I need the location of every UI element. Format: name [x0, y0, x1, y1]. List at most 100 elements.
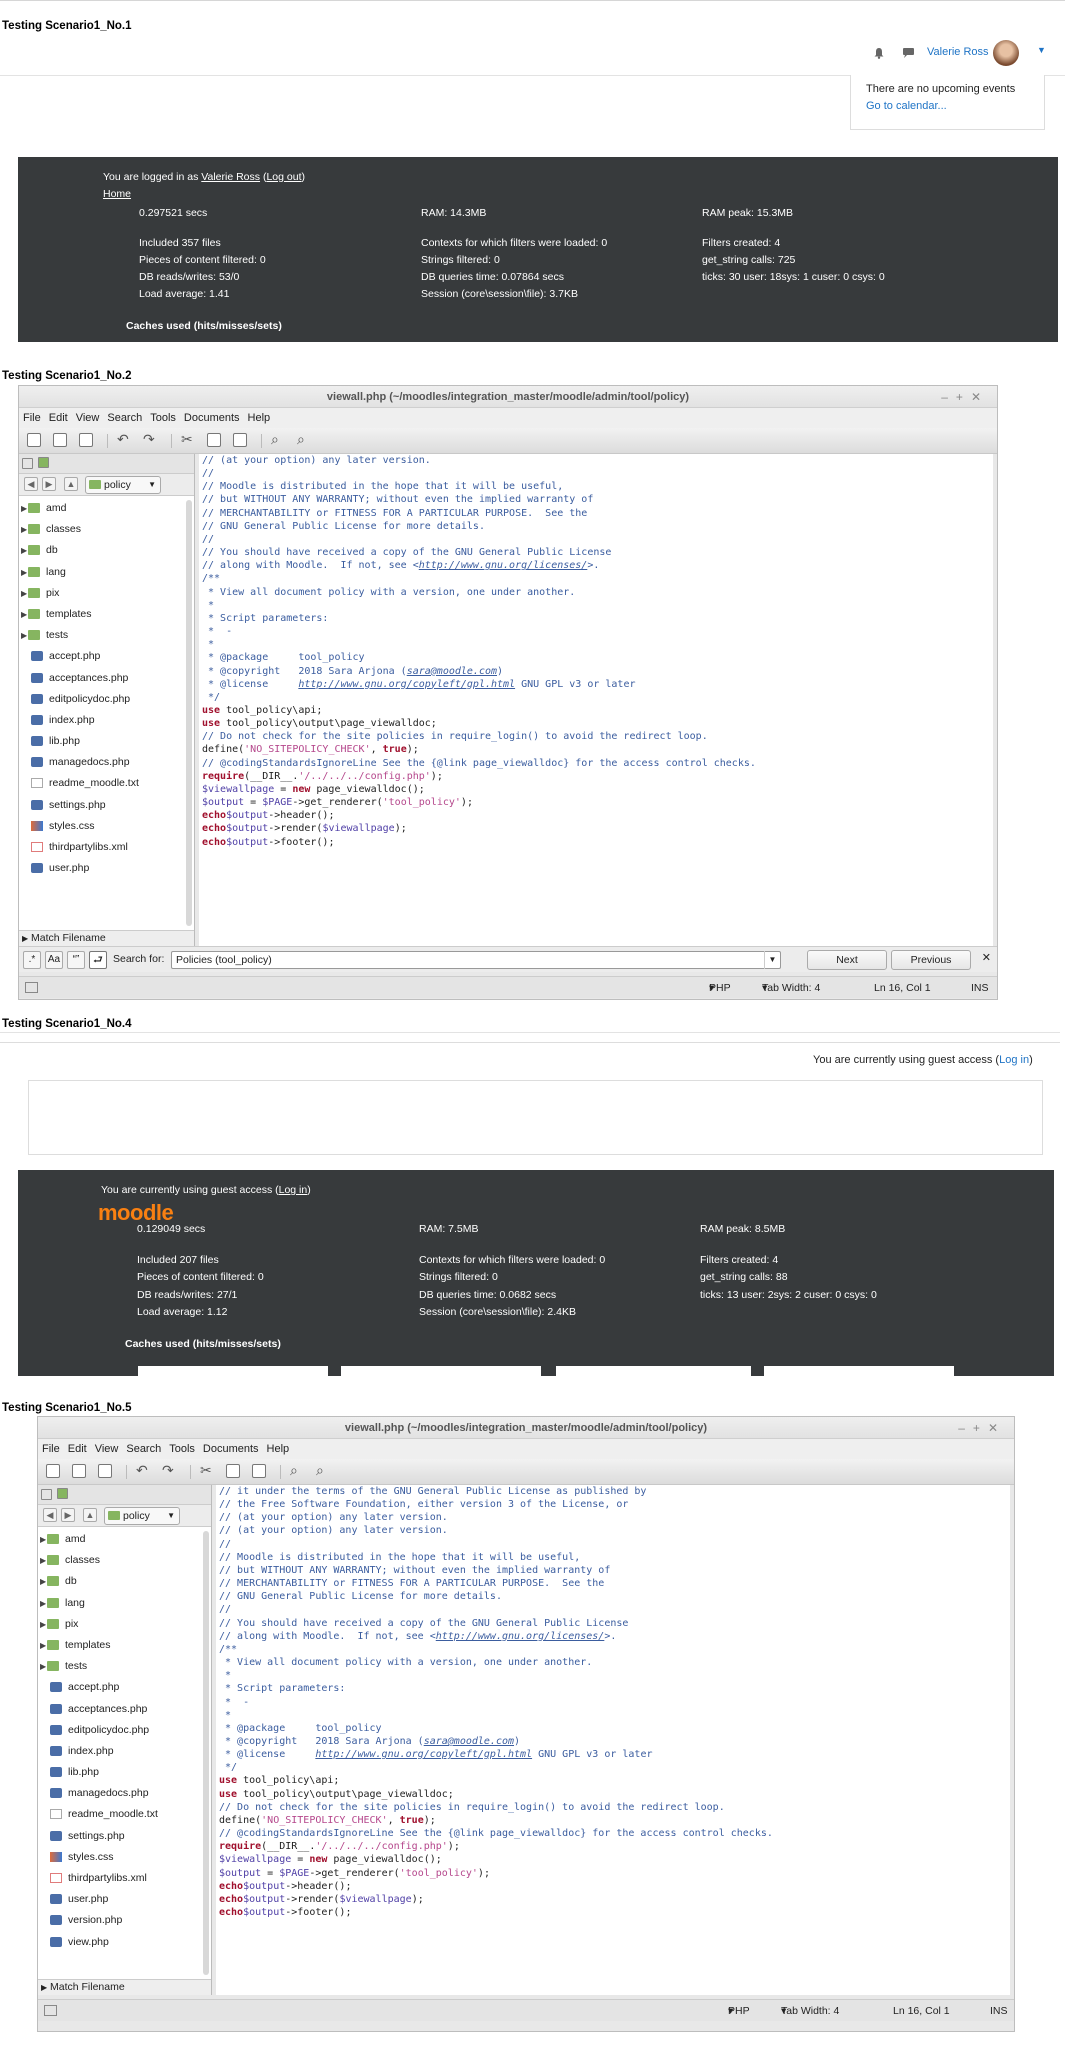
file-item[interactable]: thirdpartylibs.xml	[38, 1868, 201, 1889]
language-selector[interactable]: PHP ▾	[709, 977, 731, 999]
menu-edit[interactable]: Edit	[45, 408, 72, 428]
menu-tools[interactable]: Tools	[146, 408, 180, 428]
user-menu-name[interactable]: Valerie Ross	[927, 46, 989, 58]
find-replace-icon[interactable]: ⌕	[316, 1462, 324, 1479]
home-link[interactable]: Home	[103, 188, 131, 200]
menu-search[interactable]: Search	[103, 408, 146, 428]
avatar[interactable]	[993, 40, 1019, 66]
expander-icon[interactable]: ▶	[21, 625, 27, 646]
menu-help[interactable]: Help	[263, 1439, 294, 1459]
file-item[interactable]: ▶ classes	[38, 1550, 201, 1571]
file-item[interactable]: acceptances.php	[38, 1699, 201, 1720]
file-item[interactable]: lib.php	[19, 731, 184, 752]
chat-icon[interactable]	[902, 47, 915, 59]
paste-icon[interactable]	[233, 433, 247, 447]
find-icon[interactable]: ⌕	[271, 431, 279, 448]
path-selector[interactable]: policy ▼	[104, 1507, 180, 1525]
documents-tab-icon[interactable]	[22, 458, 33, 469]
menu-file[interactable]: File	[38, 1439, 64, 1459]
file-item[interactable]: ▶ lang	[38, 1593, 201, 1614]
find-icon[interactable]: ⌕	[290, 1462, 298, 1479]
file-item[interactable]: thirdpartylibs.xml	[19, 837, 184, 858]
file-item[interactable]: acceptances.php	[19, 668, 184, 689]
close-search-icon[interactable]: ✕	[982, 951, 991, 964]
minimize-icon[interactable]: –	[958, 1421, 973, 1435]
forward-icon[interactable]: ▶	[42, 477, 56, 491]
file-item[interactable]: ▶ amd	[19, 498, 184, 519]
forward-icon[interactable]: ▶	[61, 1508, 75, 1522]
file-item[interactable]: ▶ classes	[19, 519, 184, 540]
tab-width-selector[interactable]: Tab Width: 4 ▾	[762, 977, 820, 999]
file-item[interactable]: ▶ templates	[38, 1635, 201, 1656]
back-icon[interactable]: ◀	[24, 477, 38, 491]
copy-icon[interactable]	[207, 433, 221, 447]
filebrowser-tab-icon[interactable]	[57, 1488, 68, 1499]
sidebar-toggle-icon[interactable]	[25, 982, 38, 993]
expander-icon[interactable]: ▶	[21, 583, 27, 604]
paste-icon[interactable]	[252, 1464, 266, 1478]
expander-icon[interactable]: ▶	[40, 1635, 46, 1656]
file-item[interactable]: ▶ templates	[19, 604, 184, 625]
save-icon[interactable]	[79, 433, 93, 447]
expander-icon[interactable]: ▶	[21, 540, 27, 561]
expander-icon[interactable]: ▶	[21, 519, 27, 540]
menu-view[interactable]: View	[91, 1439, 123, 1459]
file-item[interactable]: user.php	[38, 1889, 201, 1910]
file-item[interactable]: managedocs.php	[38, 1783, 201, 1804]
maximize-icon[interactable]: +	[973, 1421, 988, 1435]
file-item[interactable]: index.php	[38, 1741, 201, 1762]
file-item[interactable]: ▶ pix	[19, 583, 184, 604]
minimize-icon[interactable]: –	[941, 390, 956, 404]
wrap-around-icon[interactable]: ⮐	[89, 951, 107, 969]
file-item[interactable]: styles.css	[38, 1847, 201, 1868]
file-item[interactable]: ▶ tests	[38, 1656, 201, 1677]
up-icon[interactable]: ▲	[64, 477, 78, 491]
copy-icon[interactable]	[226, 1464, 240, 1478]
close-icon[interactable]: ✕	[971, 390, 989, 404]
user-link[interactable]: Valerie Ross	[201, 171, 260, 183]
file-item[interactable]: settings.php	[19, 795, 184, 816]
file-item[interactable]: editpolicydoc.php	[19, 689, 184, 710]
chevron-down-icon[interactable]: ▼	[764, 951, 780, 969]
file-item[interactable]: ▶ amd	[38, 1529, 201, 1550]
whole-word-toggle[interactable]: “”	[67, 951, 85, 969]
expander-icon[interactable]: ▶	[40, 1593, 46, 1614]
expander-icon[interactable]: ▶	[21, 498, 27, 519]
menu-help[interactable]: Help	[244, 408, 275, 428]
expander-icon[interactable]: ▶	[40, 1550, 46, 1571]
up-icon[interactable]: ▲	[83, 1508, 97, 1522]
expander-icon[interactable]: ▶	[21, 604, 27, 625]
undo-icon[interactable]: ↶	[117, 431, 129, 448]
expander-icon[interactable]: ▶	[21, 562, 27, 583]
logout-link[interactable]: Log out	[266, 171, 301, 183]
new-icon[interactable]	[27, 433, 41, 447]
documents-tab-icon[interactable]	[41, 1489, 52, 1500]
code-editor[interactable]: // (at your option) any later version. //…	[199, 454, 993, 946]
window-controls[interactable]: –+✕	[958, 1417, 1006, 1439]
file-item[interactable]: editpolicydoc.php	[38, 1720, 201, 1741]
expander-icon[interactable]: ▶	[40, 1614, 46, 1635]
search-input[interactable]: Policies (tool_policy) ▼	[171, 951, 781, 969]
file-item[interactable]: lib.php	[38, 1762, 201, 1783]
open-icon[interactable]	[72, 1464, 86, 1478]
file-item[interactable]: ▶ lang	[19, 562, 184, 583]
language-selector[interactable]: PHP ▾	[728, 2000, 750, 2022]
file-item[interactable]: readme_moodle.txt	[19, 773, 184, 794]
file-item[interactable]: view.php	[38, 1932, 201, 1953]
previous-button[interactable]: Previous	[891, 950, 971, 970]
login-link-header[interactable]: Log in	[999, 1054, 1029, 1066]
tab-width-selector[interactable]: Tab Width: 4 ▾	[781, 2000, 839, 2022]
file-item[interactable]: ▶ tests	[19, 625, 184, 646]
close-icon[interactable]: ✕	[988, 1421, 1006, 1435]
filebrowser-tab-icon[interactable]	[38, 457, 49, 468]
sidebar-scrollbar[interactable]	[186, 500, 192, 926]
file-item[interactable]: ▶ db	[38, 1571, 201, 1592]
login-link-footer[interactable]: Log in	[279, 1184, 308, 1196]
expander-icon[interactable]: ▶	[40, 1656, 46, 1677]
regex-toggle[interactable]: .*	[23, 951, 41, 969]
sidebar-scrollbar[interactable]	[203, 1531, 209, 1975]
file-item[interactable]: version.php	[38, 1910, 201, 1931]
menu-documents[interactable]: Documents	[180, 408, 244, 428]
go-to-calendar-link[interactable]: Go to calendar...	[866, 100, 947, 112]
menu-view[interactable]: View	[72, 408, 104, 428]
